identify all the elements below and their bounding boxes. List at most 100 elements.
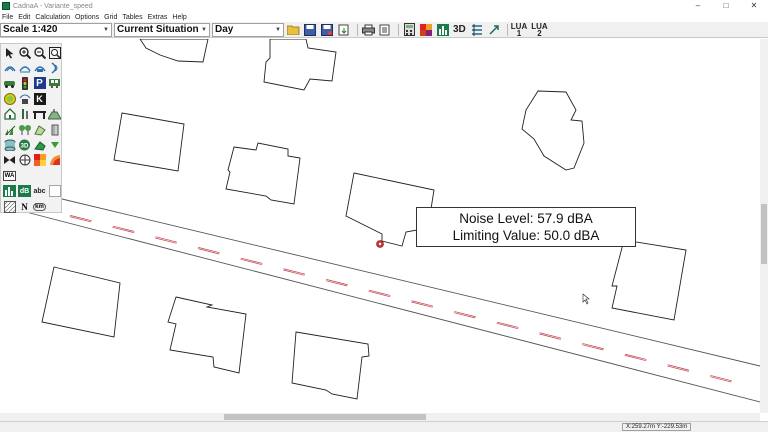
- title-bar: CadnaA - Variante_speed – □ ✕: [0, 0, 768, 12]
- save-icon[interactable]: [303, 23, 317, 37]
- menu-edit[interactable]: Edit: [18, 14, 30, 21]
- grid-color-icon[interactable]: [419, 23, 433, 37]
- chevron-down-icon: ▼: [275, 26, 281, 33]
- mouse-cursor-icon: [582, 293, 590, 305]
- minimize-button[interactable]: –: [684, 0, 712, 12]
- area-source-icon[interactable]: [32, 60, 47, 75]
- building: [113, 112, 185, 172]
- period-dropdown[interactable]: Day ▼: [212, 22, 284, 37]
- road-edge-south: [25, 211, 760, 403]
- menu-extras[interactable]: Extras: [148, 14, 168, 21]
- group-icon[interactable]: [17, 153, 32, 168]
- chevron-down-icon: ▼: [201, 26, 207, 33]
- barrier-icon[interactable]: [17, 107, 32, 122]
- import-icon[interactable]: [337, 23, 351, 37]
- industry-icon[interactable]: [2, 91, 17, 106]
- blank-slot: [32, 168, 47, 183]
- levels-icon[interactable]: [470, 23, 484, 37]
- menu-grid[interactable]: Grid: [104, 14, 117, 21]
- area-icon[interactable]: [32, 122, 47, 137]
- traffic-light-icon[interactable]: [17, 76, 32, 91]
- menu-calculation[interactable]: Calculation: [35, 14, 70, 21]
- window-title: CadnaA - Variante_speed: [13, 2, 93, 10]
- bridge-icon[interactable]: [32, 107, 47, 122]
- vertical-scroll-thumb[interactable]: [761, 204, 767, 264]
- building: [225, 142, 301, 205]
- menu-options[interactable]: Options: [75, 14, 99, 21]
- wa-icon[interactable]: WA: [3, 170, 16, 181]
- horizontal-scrollbar[interactable]: [0, 413, 760, 421]
- cross-section-icon[interactable]: K: [33, 92, 46, 105]
- color-grid-icon[interactable]: [32, 153, 47, 168]
- point-source-icon[interactable]: [2, 60, 17, 75]
- km-marker-icon[interactable]: km: [33, 202, 46, 211]
- select-arrow-icon[interactable]: [2, 45, 17, 60]
- tank-icon[interactable]: [2, 137, 17, 152]
- zoom-window-icon[interactable]: [47, 45, 62, 60]
- hatch-icon[interactable]: [2, 199, 17, 214]
- parking-icon[interactable]: P: [33, 77, 46, 90]
- frame-icon[interactable]: [47, 184, 62, 199]
- zoom-in-icon[interactable]: [17, 45, 32, 60]
- toolbar-separator: [506, 23, 508, 36]
- building: [263, 39, 337, 91]
- horizontal-scroll-thumb[interactable]: [224, 414, 426, 420]
- vertical-source-icon[interactable]: [47, 60, 62, 75]
- menu-file[interactable]: File: [2, 14, 13, 21]
- toolbar-separator: [357, 23, 358, 36]
- railway-icon[interactable]: [47, 76, 62, 91]
- antenna-icon[interactable]: [487, 23, 501, 37]
- blank-slot: [17, 168, 32, 183]
- receiver-marker[interactable]: [376, 240, 384, 248]
- lua-1-button[interactable]: LUA 1: [511, 22, 527, 37]
- receiver-grid-icon[interactable]: [2, 184, 17, 199]
- toolbar: Scale 1:420 ▼ Current Situation ▼ Day ▼ 3D …: [0, 22, 768, 38]
- print-icon[interactable]: [361, 23, 375, 37]
- scale-dropdown[interactable]: Scale 1:420 ▼: [0, 22, 112, 37]
- close-button[interactable]: ✕: [740, 0, 768, 12]
- app-logo-icon: [2, 2, 10, 10]
- menu-tables[interactable]: Tables: [122, 14, 142, 21]
- embankment-icon[interactable]: [47, 107, 62, 122]
- north-arrow-icon[interactable]: N: [17, 199, 32, 214]
- 3d-view-button[interactable]: 3D: [453, 25, 466, 35]
- calculator-icon[interactable]: [402, 23, 416, 37]
- road-edge-north: [61, 198, 760, 367]
- road-centerline-inner: [69, 215, 751, 387]
- contour-icon[interactable]: [47, 153, 62, 168]
- lua-2-button[interactable]: LUA 2: [531, 22, 547, 37]
- db-label-icon[interactable]: dB: [18, 185, 31, 198]
- cylinder-icon[interactable]: [47, 122, 62, 137]
- export-icon[interactable]: [378, 23, 392, 37]
- status-bar: X:259.27m Y:-229.53m: [0, 421, 768, 432]
- map-canvas[interactable]: [0, 39, 760, 413]
- arrow-down-icon[interactable]: [47, 137, 62, 152]
- vegetation-icon[interactable]: [17, 122, 32, 137]
- variant-dropdown[interactable]: Current Situation ▼: [114, 22, 210, 37]
- receiver-chart-icon[interactable]: [436, 23, 450, 37]
- window-controls: – □ ✕: [684, 0, 768, 12]
- save-as-icon[interactable]: [320, 23, 334, 37]
- ground-icon[interactable]: [32, 137, 47, 152]
- road-icon[interactable]: [2, 76, 17, 91]
- open-folder-icon[interactable]: [286, 23, 300, 37]
- menu-help[interactable]: Help: [172, 14, 186, 21]
- building-icon[interactable]: [2, 107, 17, 122]
- text-icon[interactable]: abc: [32, 184, 47, 199]
- variant-value: Current Situation: [117, 24, 199, 35]
- 3d-reflector-icon[interactable]: 3D: [17, 137, 32, 152]
- maximize-button[interactable]: □: [712, 0, 740, 12]
- trees-icon[interactable]: [2, 122, 17, 137]
- line-source-icon[interactable]: [17, 60, 32, 75]
- road: [25, 198, 760, 403]
- zoom-out-icon[interactable]: [32, 45, 47, 60]
- noise-level-text: Noise Level: 57.9 dBA: [459, 211, 593, 226]
- svg-text:3D: 3D: [21, 144, 29, 150]
- noise-level-tooltip: Noise Level: 57.9 dBA Limiting Value: 50…: [416, 207, 636, 247]
- receiver-icon[interactable]: [17, 91, 32, 106]
- coordinates-readout: X:259.27m Y:-229.53m: [622, 423, 692, 431]
- vertical-scrollbar[interactable]: [760, 39, 768, 413]
- bowtie-icon[interactable]: [2, 153, 17, 168]
- toolbar-separator: [398, 23, 399, 36]
- building: [139, 39, 209, 63]
